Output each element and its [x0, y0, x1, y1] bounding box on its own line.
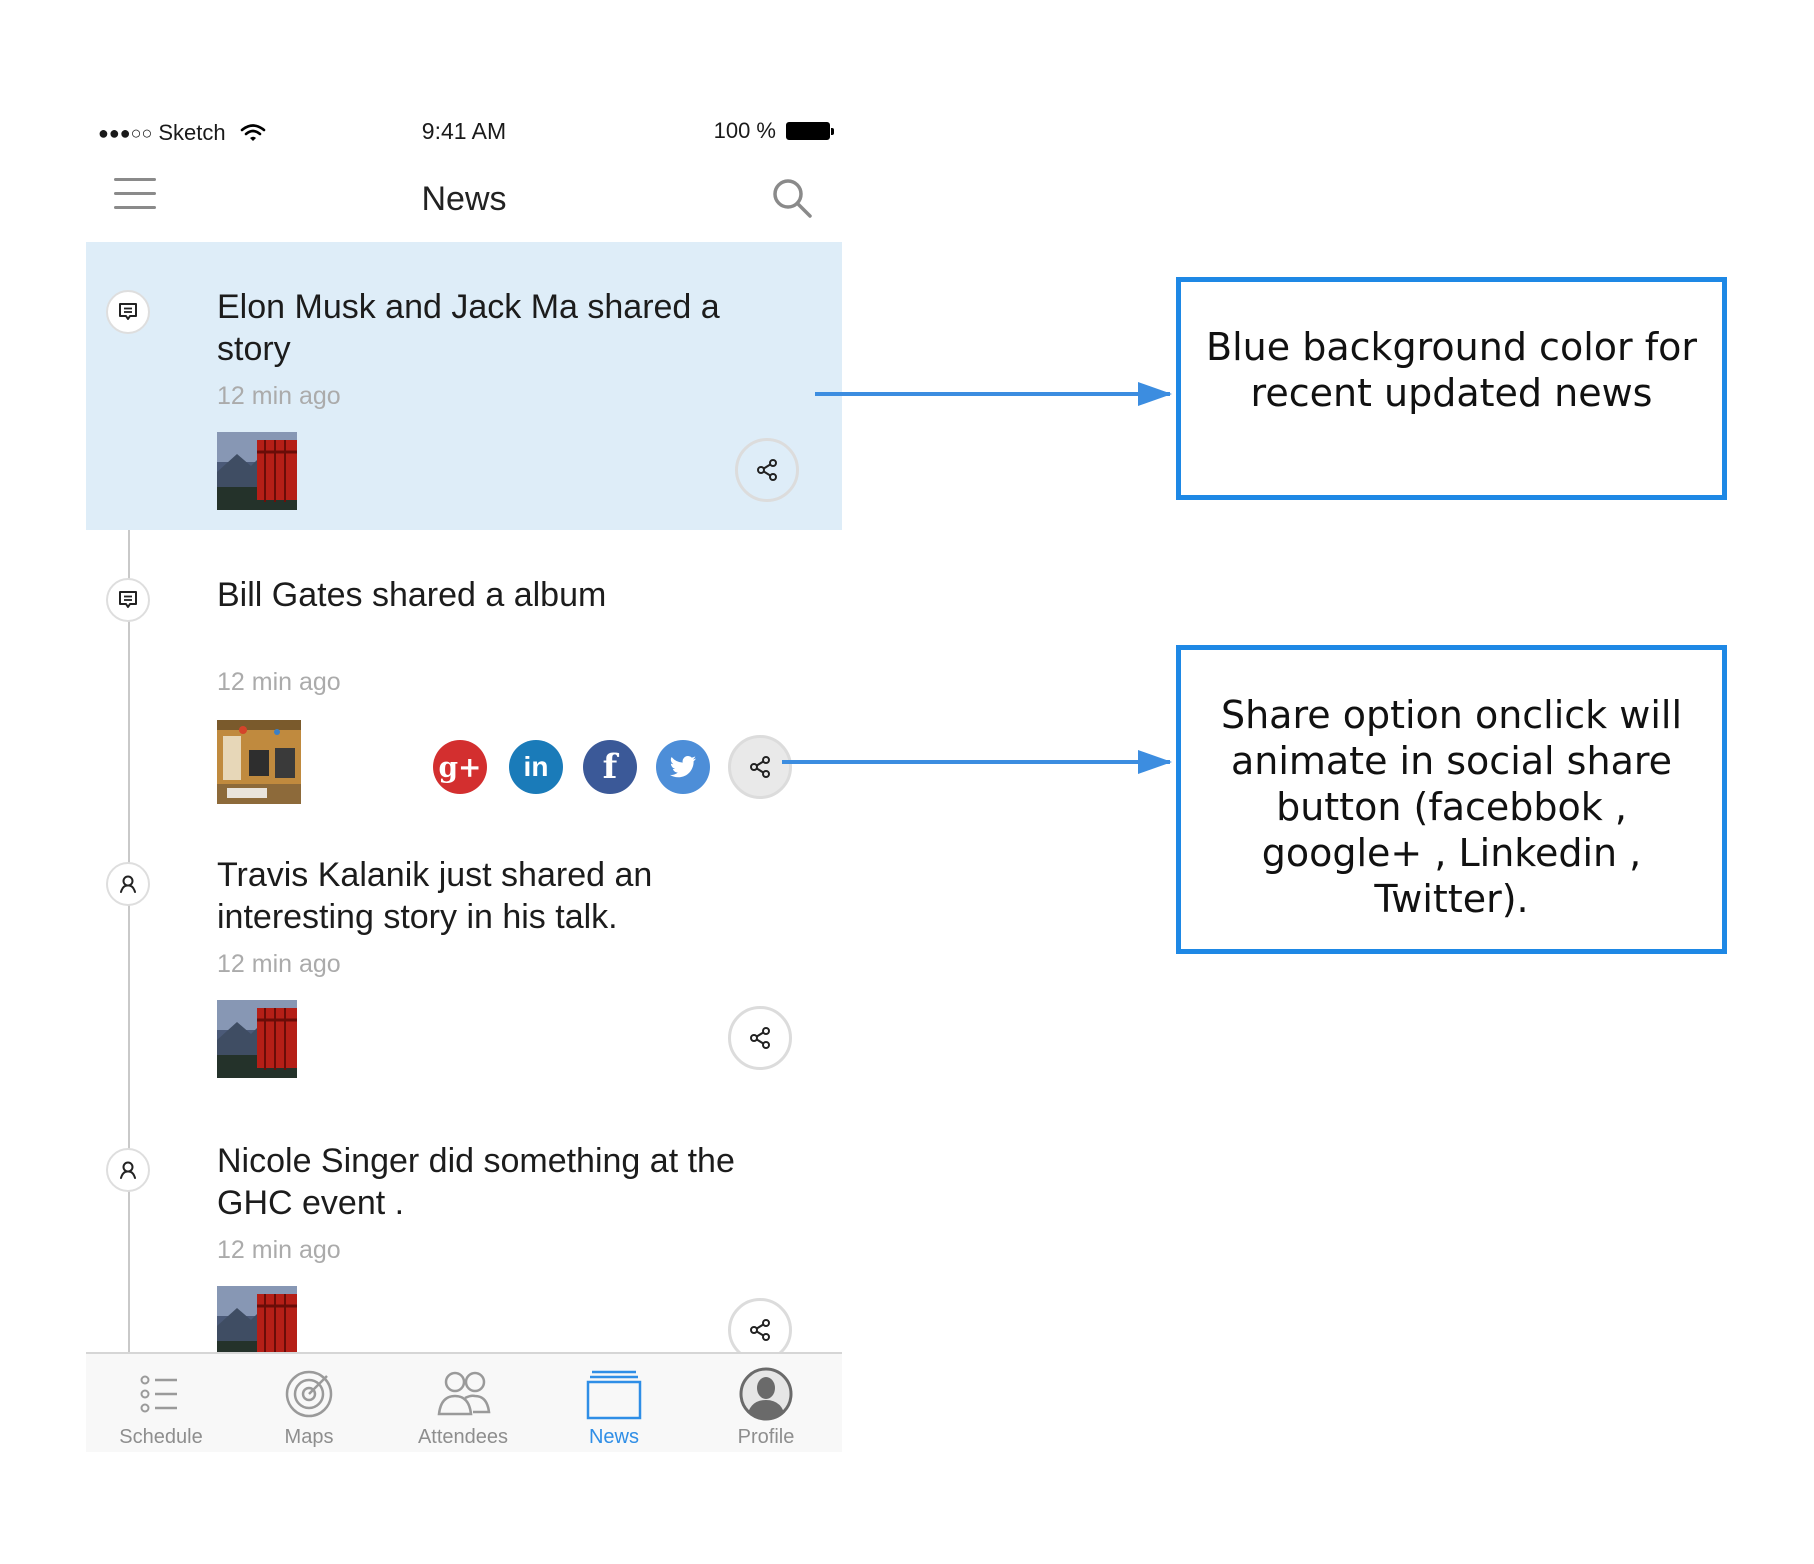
- share-icon: [750, 1319, 770, 1341]
- annotation-arrow: [782, 750, 1172, 774]
- share-icon: [750, 1027, 770, 1049]
- news-timestamp: 12 min ago: [217, 668, 341, 696]
- share-icon: [757, 459, 777, 481]
- phone-screen: ●●●○○ Sketch 9:41 AM 100 % News Elon Mus…: [86, 102, 842, 1454]
- annotation-box: Blue background color for recent updated…: [1176, 277, 1727, 500]
- news-item[interactable]: Bill Gates shared a album 12 min ago g+: [86, 530, 842, 822]
- news-item[interactable]: Elon Musk and Jack Ma shared a story 12 …: [86, 242, 842, 530]
- tab-label: News: [588, 1426, 639, 1448]
- news-title: Elon Musk and Jack Ma shared a story: [217, 288, 720, 368]
- share-button[interactable]: [728, 735, 792, 799]
- news-title: Travis Kalanik just shared an interestin…: [217, 856, 653, 936]
- tab-maps[interactable]: Maps: [239, 1354, 379, 1454]
- share-button[interactable]: [728, 1006, 792, 1070]
- person-icon: [106, 1148, 150, 1192]
- maps-target-icon: [285, 1370, 333, 1418]
- twitter-share-button[interactable]: [656, 740, 710, 794]
- news-timestamp: 12 min ago: [217, 1236, 341, 1264]
- message-icon: [106, 578, 150, 622]
- message-icon: [106, 290, 150, 334]
- tab-label: Schedule: [119, 1426, 203, 1448]
- tab-profile[interactable]: Profile: [696, 1354, 836, 1454]
- news-thumbnail[interactable]: [217, 432, 297, 510]
- tab-schedule[interactable]: Schedule: [91, 1354, 231, 1454]
- facebook-share-button[interactable]: f: [583, 740, 637, 794]
- share-icon: [750, 756, 770, 778]
- page-title: News: [421, 180, 507, 218]
- news-timestamp: 12 min ago: [217, 950, 341, 978]
- share-button[interactable]: [728, 1298, 792, 1352]
- news-item[interactable]: Nicole Singer did something at the GHC e…: [86, 1108, 842, 1352]
- news-title: Nicole Singer did something at the GHC e…: [217, 1142, 735, 1222]
- tab-attendees[interactable]: Attendees: [393, 1354, 533, 1454]
- tab-label: Profile: [737, 1426, 795, 1448]
- status-bar: ●●●○○ Sketch 9:41 AM 100 %: [86, 102, 842, 160]
- navigation-bar: News: [86, 160, 842, 242]
- linkedin-share-button[interactable]: in: [509, 740, 563, 794]
- tab-bar: Schedule Maps Attendees News Profile: [86, 1352, 842, 1452]
- annotation-text: Blue background color for recent updated…: [1206, 325, 1697, 415]
- schedule-list-icon: [140, 1375, 177, 1413]
- battery-icon: [786, 122, 834, 140]
- battery-percent: 100 %: [713, 118, 776, 143]
- annotation-arrow: [815, 382, 1172, 406]
- annotation-box: Share option onclick will animate in soc…: [1176, 645, 1727, 954]
- annotation-text: Share option onclick will animate in soc…: [1220, 693, 1683, 921]
- search-icon[interactable]: [770, 176, 814, 220]
- news-item[interactable]: Travis Kalanik just shared an interestin…: [86, 822, 842, 1108]
- share-button[interactable]: [735, 438, 799, 502]
- person-icon: [106, 862, 150, 906]
- news-timestamp: 12 min ago: [217, 382, 341, 410]
- news-feed: Elon Musk and Jack Ma shared a story 12 …: [86, 242, 842, 1352]
- news-thumbnail[interactable]: [217, 1000, 297, 1078]
- attendees-icon: [437, 1371, 491, 1416]
- google-plus-share-button[interactable]: g+: [433, 740, 487, 794]
- battery-info: 100 %: [713, 118, 834, 144]
- news-title: Bill Gates shared a album: [217, 576, 607, 614]
- news-thumbnail[interactable]: [217, 1286, 297, 1352]
- tab-news[interactable]: News: [544, 1354, 684, 1454]
- twitter-bird-icon: [669, 755, 696, 778]
- tab-label: Maps: [284, 1426, 334, 1448]
- news-icon: [586, 1370, 642, 1420]
- tab-label: Attendees: [417, 1426, 509, 1448]
- profile-icon: [739, 1367, 793, 1421]
- news-thumbnail[interactable]: [217, 720, 301, 804]
